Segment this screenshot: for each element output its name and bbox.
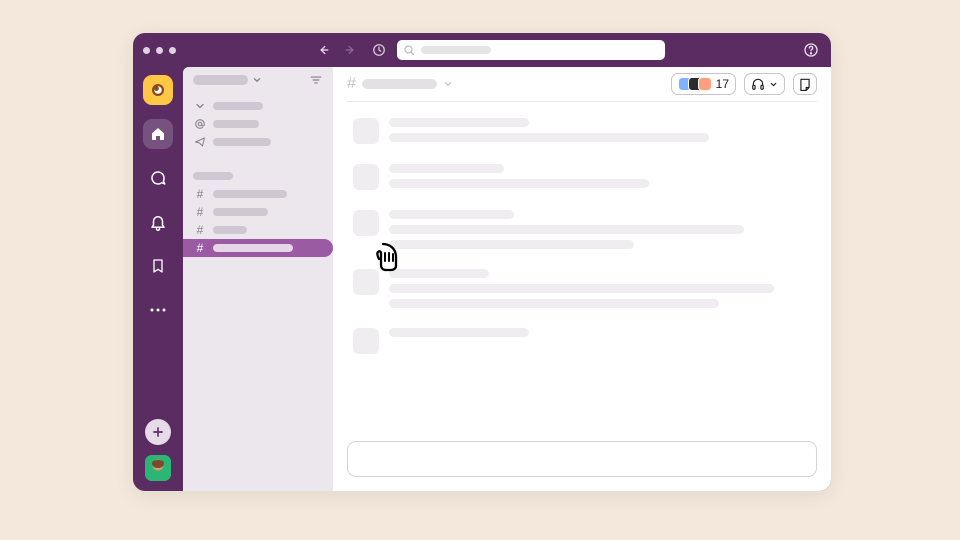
nav-home[interactable] <box>143 119 173 149</box>
nav-dms[interactable] <box>143 163 173 193</box>
search-placeholder <box>421 46 491 54</box>
message-avatar <box>353 328 379 354</box>
chevron-down-icon <box>769 80 778 89</box>
sidebar-channel-item[interactable]: # <box>183 185 333 203</box>
sidebar-section-item[interactable] <box>183 133 333 151</box>
send-icon <box>193 136 207 148</box>
nav-later[interactable] <box>143 251 173 281</box>
message-stream[interactable] <box>333 102 831 441</box>
member-count: 17 <box>716 77 729 91</box>
main-pane: # 17 <box>333 67 831 491</box>
hash-icon: # <box>193 223 207 237</box>
message-text-placeholder <box>389 133 709 142</box>
help-button[interactable] <box>801 40 821 60</box>
title-bar <box>133 33 831 67</box>
message-avatar <box>353 269 379 295</box>
message-text-placeholder <box>389 118 529 127</box>
huddle-button[interactable] <box>744 73 785 95</box>
canvas-button[interactable] <box>793 73 817 95</box>
hash-icon: # <box>193 205 207 219</box>
search-icon <box>403 44 415 56</box>
hash-icon: # <box>193 241 207 255</box>
sidebar-channels: # # # # <box>183 163 333 261</box>
user-avatar[interactable] <box>145 455 171 481</box>
mention-icon <box>193 118 207 130</box>
sidebar-sections <box>183 93 333 155</box>
chevron-down-icon <box>252 75 262 85</box>
nav-activity[interactable] <box>143 207 173 237</box>
message-text-placeholder <box>389 210 514 219</box>
message-composer[interactable] <box>347 441 817 477</box>
history-button[interactable] <box>369 40 389 60</box>
window-zoom-icon[interactable] <box>169 47 176 54</box>
message[interactable] <box>353 208 811 249</box>
message[interactable] <box>353 162 811 190</box>
message[interactable] <box>353 267 811 308</box>
sidebar-channel-item[interactable]: # <box>183 221 333 239</box>
members-button[interactable]: 17 <box>671 73 736 95</box>
channel-name-button[interactable]: # <box>347 75 453 93</box>
message-text-placeholder <box>389 179 649 188</box>
canvas-icon <box>798 77 812 91</box>
sidebar-section-item[interactable] <box>183 97 333 115</box>
message[interactable] <box>353 116 811 144</box>
app-window: # # # # # 17 <box>133 33 831 491</box>
sidebar-channels-heading[interactable] <box>183 167 333 185</box>
nav-more[interactable] <box>143 295 173 325</box>
message-text-placeholder <box>389 164 504 173</box>
nav-back-button[interactable] <box>313 40 333 60</box>
message-avatar <box>353 210 379 236</box>
chevron-down-icon <box>443 79 453 89</box>
nav-rail <box>133 67 183 491</box>
filter-icon[interactable] <box>309 73 323 87</box>
sidebar-header[interactable] <box>183 67 333 93</box>
hash-icon: # <box>193 187 207 201</box>
message-text-placeholder <box>389 299 719 308</box>
member-avatar <box>698 77 712 91</box>
message-text-placeholder <box>389 284 774 293</box>
message-avatar <box>353 118 379 144</box>
sidebar-section-item[interactable] <box>183 115 333 133</box>
sidebar-channel-item[interactable]: # <box>183 239 333 257</box>
search-input[interactable] <box>397 40 665 60</box>
nav-forward-button[interactable] <box>341 40 361 60</box>
window-close-icon[interactable] <box>143 47 150 54</box>
message-avatar <box>353 164 379 190</box>
create-new-button[interactable] <box>145 419 171 445</box>
window-minimize-icon[interactable] <box>156 47 163 54</box>
hash-icon: # <box>347 75 356 93</box>
window-controls <box>143 47 176 54</box>
message-text-placeholder <box>389 328 529 337</box>
message-text-placeholder <box>389 240 634 249</box>
workspace-switcher[interactable] <box>143 75 173 105</box>
caret-icon <box>193 100 207 112</box>
channel-header: # 17 <box>333 67 831 101</box>
headphones-icon <box>751 77 765 91</box>
message[interactable] <box>353 326 811 354</box>
sidebar-channel-item[interactable]: # <box>183 203 333 221</box>
channel-sidebar: # # # # <box>183 67 333 491</box>
message-text-placeholder <box>389 269 489 278</box>
message-text-placeholder <box>389 225 744 234</box>
